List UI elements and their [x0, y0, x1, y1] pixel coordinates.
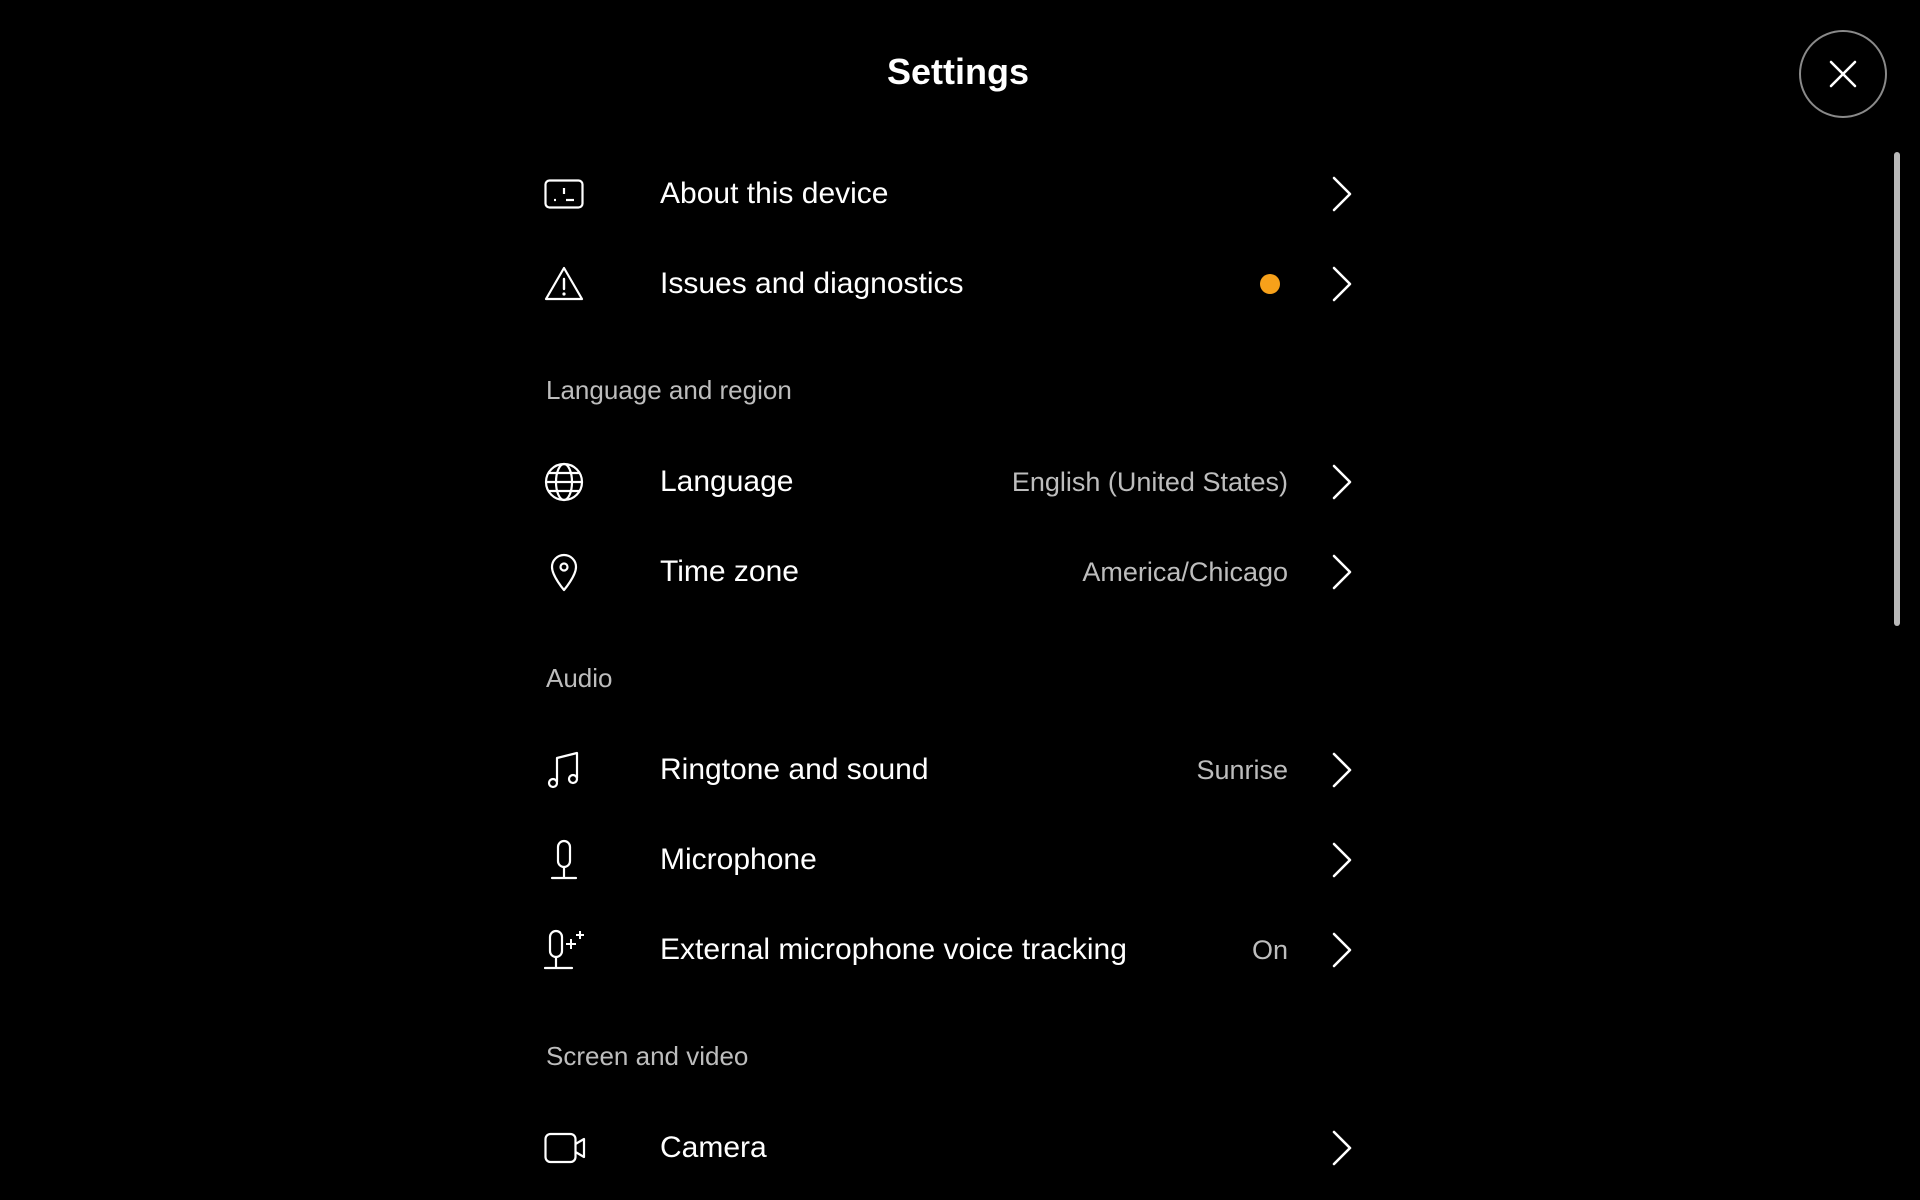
external-mic-voice-tracking-item[interactable]: External microphone voice tracking On — [540, 905, 1370, 995]
microphone-item[interactable]: Microphone — [540, 815, 1370, 905]
microphone-sparkle-icon — [544, 924, 596, 976]
chevron-right-icon — [1322, 169, 1362, 219]
location-pin-icon — [544, 546, 596, 598]
time-zone-value: America/Chicago — [1082, 556, 1288, 587]
language-item[interactable]: Language English (United States) — [540, 437, 1370, 527]
warning-icon — [544, 258, 596, 310]
warning-dot — [1260, 274, 1280, 294]
ringtone-value: Sunrise — [1196, 754, 1288, 785]
settings-page: Settings About this device Issues and di… — [0, 0, 1920, 1200]
chevron-right-icon — [1322, 745, 1362, 795]
ringtone-sound-item[interactable]: Ringtone and sound Sunrise — [540, 725, 1370, 815]
globe-icon — [544, 456, 596, 508]
section-header-audio: Audio — [546, 663, 613, 693]
about-device-item[interactable]: About this device — [540, 149, 1370, 239]
about-device-label: About this device — [660, 177, 889, 210]
ringtone-sound-label: Ringtone and sound — [660, 753, 929, 786]
chevron-right-icon — [1322, 457, 1362, 507]
time-zone-item[interactable]: Time zone America/Chicago — [540, 527, 1370, 617]
microphone-label: Microphone — [660, 843, 817, 876]
device-icon — [544, 168, 596, 220]
language-label: Language — [660, 465, 794, 498]
language-value: English (United States) — [1011, 466, 1288, 497]
microphone-icon — [544, 834, 596, 886]
camera-icon — [544, 1122, 596, 1174]
time-zone-label: Time zone — [660, 555, 799, 588]
voice-tracking-value: On — [1251, 934, 1288, 965]
settings-list: About this device Issues and diagnostics… — [0, 0, 1920, 1200]
section-header-language-region: Language and region — [546, 375, 792, 405]
chevron-right-icon — [1322, 835, 1362, 885]
external-mic-voice-tracking-label: External microphone voice tracking — [660, 933, 1127, 966]
chevron-right-icon — [1322, 925, 1362, 975]
camera-item[interactable]: Camera — [540, 1103, 1370, 1193]
issues-diagnostics-item[interactable]: Issues and diagnostics — [540, 239, 1370, 329]
chevron-right-icon — [1322, 1123, 1362, 1173]
section-header-screen-video: Screen and video — [546, 1041, 749, 1071]
chevron-right-icon — [1322, 547, 1362, 597]
issues-diagnostics-label: Issues and diagnostics — [660, 267, 964, 300]
music-note-icon — [544, 744, 596, 796]
chevron-right-icon — [1322, 259, 1362, 309]
camera-label: Camera — [660, 1131, 767, 1164]
